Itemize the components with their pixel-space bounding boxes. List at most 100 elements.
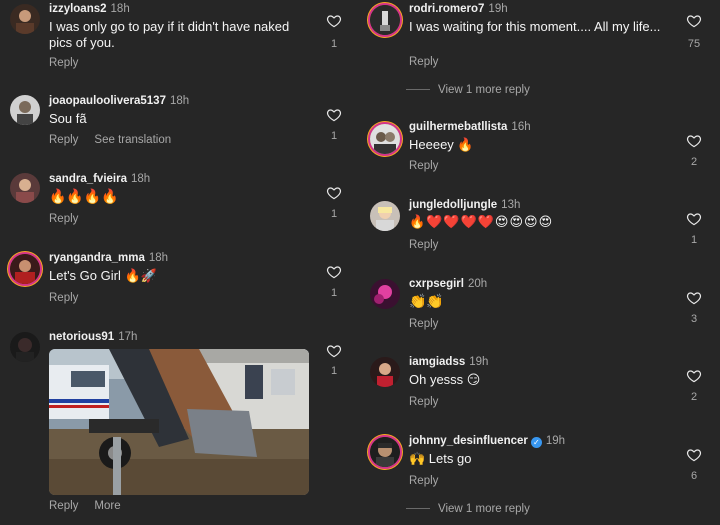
reply-button[interactable]: Reply: [409, 239, 438, 251]
username[interactable]: guilhermebatllista: [409, 121, 507, 133]
username[interactable]: izzyloans2: [49, 3, 107, 15]
heart-icon[interactable]: [685, 368, 703, 384]
username[interactable]: joaopauloolivera5137: [49, 95, 166, 107]
timestamp: 20h: [467, 278, 488, 290]
heart-icon[interactable]: [325, 13, 343, 29]
avatar[interactable]: [10, 4, 40, 34]
timestamp: 18h: [110, 3, 130, 15]
like-count: 2: [690, 156, 698, 168]
comment-text: Heeeey 🔥: [409, 137, 474, 152]
like-count: 75: [687, 38, 701, 50]
timestamp: 17h: [118, 331, 138, 343]
timestamp: 18h: [169, 95, 190, 107]
heart-icon[interactable]: [325, 185, 343, 201]
comment-text: Oh yesss 😏: [409, 372, 481, 387]
avatar[interactable]: [370, 124, 400, 154]
reply-button[interactable]: Reply: [49, 213, 78, 225]
timestamp: 19h: [545, 435, 566, 447]
comment-actions: Reply: [409, 395, 454, 409]
comment-actions: Reply More: [49, 499, 137, 513]
avatar[interactable]: [10, 173, 40, 203]
comment-meta: johnny_desinfluencer ✓ 19h: [409, 434, 565, 448]
like-count: 1: [330, 38, 338, 50]
more-button[interactable]: More: [94, 500, 120, 512]
comment-text: I was only go to pay if it didn't have n…: [49, 19, 290, 50]
comment-meta: guilhermebatllista 16h: [409, 120, 531, 134]
username[interactable]: rodri.romero7: [409, 3, 484, 15]
heart-icon[interactable]: [685, 211, 703, 227]
view-more-replies-button[interactable]: View 1 more reply: [438, 84, 530, 96]
username[interactable]: johnny_desinfluencer: [409, 435, 528, 447]
avatar[interactable]: [370, 437, 400, 467]
heart-icon[interactable]: [685, 447, 703, 463]
heart-icon[interactable]: [325, 343, 343, 359]
avatar[interactable]: [370, 357, 400, 387]
heart-icon[interactable]: [685, 13, 703, 29]
comment-meta: iamgiadss 19h: [409, 355, 488, 369]
reply-button[interactable]: Reply: [409, 160, 438, 172]
heart-icon[interactable]: [325, 264, 343, 280]
timestamp: 18h: [148, 252, 169, 264]
avatar[interactable]: [370, 201, 400, 231]
reply-button[interactable]: Reply: [49, 57, 78, 69]
comment-meta: sandra_fvieira 18h: [49, 172, 150, 186]
timestamp: 13h: [501, 199, 521, 211]
comment-text: Sou fã: [49, 111, 87, 126]
like-count: 1: [330, 287, 338, 299]
heart-icon[interactable]: [685, 133, 703, 149]
comment-actions: Reply: [49, 212, 94, 226]
comment-actions: Reply: [409, 238, 454, 252]
timestamp: 16h: [511, 121, 531, 133]
avatar[interactable]: [10, 95, 40, 125]
like-count: 1: [330, 130, 338, 142]
comment-text: Let's Go Girl 🔥🚀: [49, 268, 157, 283]
comment-actions: Reply: [409, 159, 454, 173]
comment-meta: jungledolljungle 13h: [409, 198, 520, 212]
like-count: 3: [690, 313, 698, 325]
comment-actions: Reply: [409, 317, 454, 331]
comment-text: I was waiting for this moment.... All my…: [409, 19, 661, 34]
avatar[interactable]: [370, 279, 400, 309]
comment-meta: joaopauloolivera5137 18h: [49, 94, 189, 108]
reply-button[interactable]: Reply: [409, 396, 438, 408]
like-count: 1: [330, 365, 338, 377]
comment-meta: cxrpsegirl 20h: [409, 277, 487, 291]
comment-text: 🔥❤️❤️❤️❤️😍😍😍😍: [409, 215, 554, 230]
like-count: 2: [690, 391, 698, 403]
view-more-replies-button[interactable]: View 1 more reply: [438, 503, 530, 515]
comment-meta: rodri.romero7 19h: [409, 2, 508, 16]
comment-image-dump-truck[interactable]: [49, 349, 309, 495]
avatar[interactable]: [10, 254, 40, 284]
timestamp: 19h: [488, 3, 508, 15]
comment-meta: netorious91 17h: [49, 330, 137, 344]
comment-actions: Reply: [49, 291, 94, 305]
username[interactable]: cxrpsegirl: [409, 278, 464, 290]
like-count: 1: [690, 234, 698, 246]
heart-icon[interactable]: [685, 290, 703, 306]
reply-button[interactable]: Reply: [409, 318, 438, 330]
comment-meta: ryangandra_mma 18h: [49, 251, 168, 265]
see-translation-button[interactable]: See translation: [94, 134, 171, 146]
username[interactable]: netorious91: [49, 331, 114, 343]
username[interactable]: ryangandra_mma: [49, 252, 145, 264]
timestamp: 19h: [469, 356, 489, 368]
timestamp: 18h: [131, 173, 151, 185]
comment-actions: Reply: [49, 56, 94, 70]
comment-actions: Reply: [409, 474, 454, 488]
verified-badge-icon: ✓: [530, 437, 542, 448]
comment-text: 👏👏: [409, 294, 444, 310]
comment-actions: Reply See translation: [49, 133, 187, 147]
reply-button[interactable]: Reply: [409, 475, 438, 487]
reply-button[interactable]: Reply: [49, 134, 78, 146]
reply-button[interactable]: Reply: [49, 500, 78, 512]
comment-meta: izzyloans2 18h: [49, 2, 130, 16]
like-count: 6: [690, 470, 698, 482]
username[interactable]: jungledolljungle: [409, 199, 497, 211]
reply-button[interactable]: Reply: [409, 56, 438, 68]
avatar[interactable]: [10, 332, 40, 362]
heart-icon[interactable]: [325, 107, 343, 123]
reply-button[interactable]: Reply: [49, 292, 78, 304]
username[interactable]: iamgiadss: [409, 356, 465, 368]
username[interactable]: sandra_fvieira: [49, 173, 127, 185]
avatar[interactable]: [370, 5, 400, 35]
